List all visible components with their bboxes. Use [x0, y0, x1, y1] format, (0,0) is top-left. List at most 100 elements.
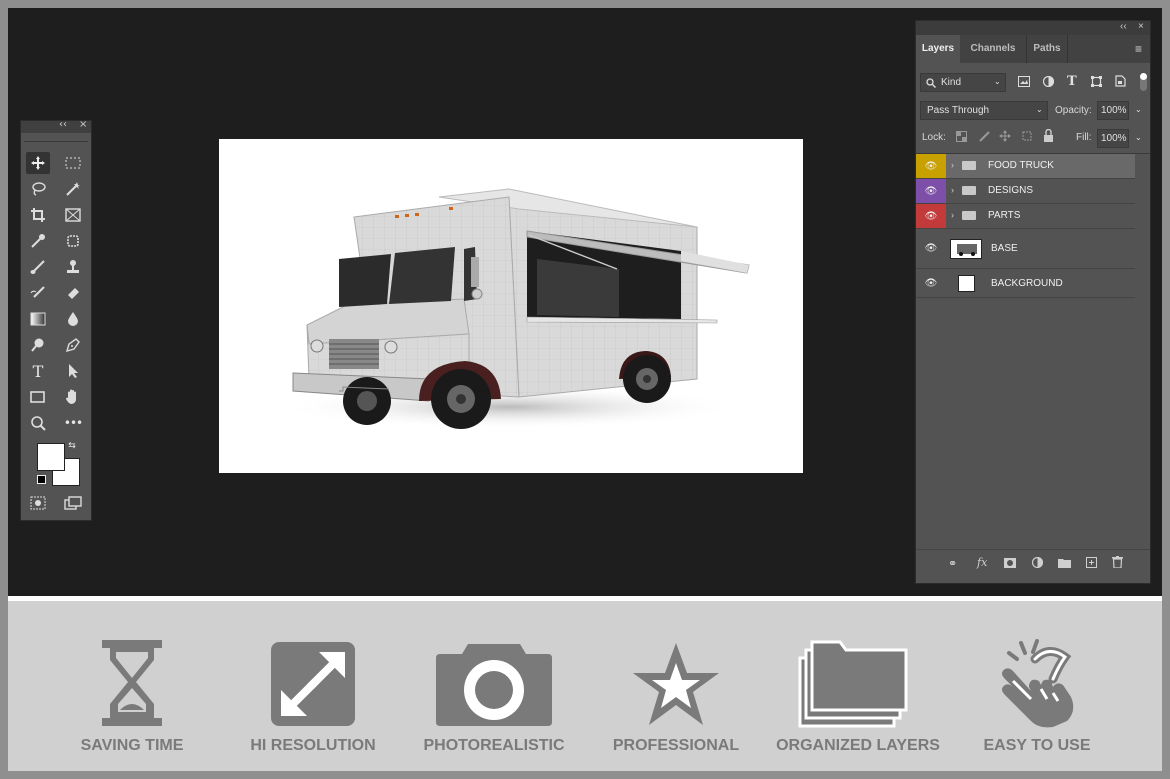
pen-tool[interactable]: [61, 334, 85, 356]
shape-filter-icon[interactable]: [1091, 76, 1102, 87]
zoom-tool[interactable]: [26, 412, 50, 434]
visibility-toggle[interactable]: 👁: [916, 229, 946, 268]
foreground-color-swatch-top[interactable]: [37, 443, 65, 471]
lock-label: Lock:: [922, 132, 946, 143]
swap-colors-button[interactable]: ⇆: [65, 439, 79, 453]
type-tool[interactable]: T: [26, 360, 50, 382]
tab-layers[interactable]: Layers: [916, 35, 960, 63]
layer-name: BASE: [991, 243, 1018, 254]
magic-wand-tool[interactable]: [61, 178, 85, 200]
hourglass-icon: [102, 640, 162, 726]
tab-channels[interactable]: Channels: [962, 35, 1024, 63]
visibility-toggle[interactable]: 👁: [916, 204, 946, 228]
document-canvas[interactable]: [219, 139, 803, 473]
toolbox-header: ‹‹ ×: [21, 119, 91, 133]
blend-mode-select[interactable]: Pass Through: [920, 101, 1048, 120]
layer-row-base[interactable]: 👁 BASE: [916, 229, 1135, 269]
opacity-chevron-icon[interactable]: ⌄: [1135, 105, 1142, 114]
eye-icon: 👁: [924, 160, 938, 172]
stacked-folders-icon: [798, 640, 908, 728]
expand-chevron-icon[interactable]: ›: [951, 160, 954, 170]
type-filter-icon[interactable]: T: [1067, 74, 1077, 89]
layer-row-parts[interactable]: 👁 › PARTS: [916, 204, 1135, 229]
menu-icon: ≡: [1135, 42, 1143, 56]
toolbox-close-button[interactable]: ×: [79, 119, 87, 130]
panel-collapse-button[interactable]: ‹‹: [1120, 21, 1127, 32]
eye-icon: 👁: [924, 243, 938, 254]
feature-label: SAVING TIME: [80, 737, 184, 754]
lock-position-icon[interactable]: [999, 130, 1011, 142]
food-truck-image: [279, 188, 750, 429]
default-colors-button[interactable]: [37, 475, 46, 484]
chevron-down-icon: ⌄: [994, 77, 1001, 86]
lasso-tool[interactable]: [26, 178, 50, 200]
blur-tool[interactable]: [61, 308, 85, 330]
panel-close-button[interactable]: ×: [1138, 21, 1144, 32]
new-layer-button[interactable]: [1086, 557, 1097, 568]
feature-label: EASY TO USE: [983, 737, 1091, 754]
adjustment-layer-button[interactable]: [1032, 557, 1043, 568]
blend-chevron-down-icon: ⌄: [1036, 105, 1043, 114]
marquee-tool[interactable]: [61, 152, 85, 174]
eyedropper-tool[interactable]: [26, 230, 50, 252]
arrow-cursor-icon: [69, 364, 78, 378]
visibility-toggle[interactable]: 👁: [916, 179, 946, 203]
search-icon: [926, 78, 936, 88]
lock-pixels-icon[interactable]: [978, 130, 990, 142]
link-layers-button[interactable]: ⚭: [948, 557, 957, 570]
zoom-icon: [31, 416, 46, 431]
layer-thumbnail: [958, 275, 975, 292]
toolbox-collapse-button[interactable]: ‹‹: [59, 119, 67, 130]
quick-mask-icon: [30, 496, 46, 510]
fill-input[interactable]: 100%: [1097, 129, 1129, 148]
crop-tool[interactable]: [26, 204, 50, 226]
more-tools-button[interactable]: •••: [61, 412, 85, 434]
layer-row-background[interactable]: 👁 BACKGROUND: [916, 269, 1135, 298]
eye-icon: 👁: [924, 277, 938, 289]
move-tool[interactable]: [26, 152, 50, 174]
visibility-toggle[interactable]: 👁: [916, 269, 946, 297]
tap-hand-icon: [1002, 639, 1074, 728]
opacity-input[interactable]: 100%: [1097, 101, 1129, 120]
stamp-tool[interactable]: [61, 256, 85, 278]
smart-object-filter-icon[interactable]: [1115, 75, 1126, 87]
expand-chevron-icon[interactable]: ›: [951, 185, 954, 195]
brush-tool[interactable]: [26, 256, 50, 278]
tab-paths[interactable]: Paths: [1026, 35, 1068, 63]
quick-mask-button[interactable]: [26, 492, 50, 514]
frame-tool[interactable]: [61, 204, 85, 226]
dodge-tool[interactable]: [26, 334, 50, 356]
lock-all-icon[interactable]: [1043, 129, 1054, 142]
filter-toggle[interactable]: [1140, 73, 1147, 91]
history-brush-tool[interactable]: [26, 282, 50, 304]
expand-chevron-icon[interactable]: ›: [951, 210, 954, 220]
layer-row-food-truck[interactable]: 👁 › FOOD TRUCK: [916, 154, 1135, 179]
add-mask-button[interactable]: [1004, 558, 1016, 568]
blend-mode-value: Pass Through: [927, 105, 990, 116]
layer-row-designs[interactable]: 👁 › DESIGNS: [916, 179, 1135, 204]
new-group-button[interactable]: [1058, 558, 1071, 568]
patch-tool[interactable]: [61, 230, 85, 252]
adjustment-filter-icon[interactable]: [1043, 76, 1054, 87]
fill-chevron-icon[interactable]: ⌄: [1135, 133, 1142, 142]
image-filter-icon[interactable]: [1018, 76, 1030, 87]
gradient-tool[interactable]: [26, 308, 50, 330]
lock-artboard-icon[interactable]: [1021, 130, 1033, 142]
eraser-tool[interactable]: [61, 282, 85, 304]
fx-button[interactable]: fx: [977, 556, 987, 569]
frame-icon: [65, 208, 81, 222]
more-icon: •••: [63, 416, 83, 430]
rectangle-tool[interactable]: [26, 386, 50, 408]
eraser-icon: [68, 288, 79, 299]
panel-menu-button[interactable]: ≡: [1135, 42, 1142, 56]
lock-transparent-icon[interactable]: [956, 131, 967, 142]
visibility-toggle[interactable]: 👁: [916, 154, 946, 178]
fill-label: Fill:: [1076, 132, 1092, 143]
path-selection-tool[interactable]: [61, 360, 85, 382]
toolbox-grip[interactable]: [24, 133, 88, 142]
delete-layer-button[interactable]: [1112, 556, 1123, 568]
screen-mode-button[interactable]: [61, 492, 85, 514]
layer-name: DESIGNS: [988, 185, 1034, 196]
screen-mode-icon: [64, 496, 82, 510]
hand-tool[interactable]: [61, 386, 85, 408]
